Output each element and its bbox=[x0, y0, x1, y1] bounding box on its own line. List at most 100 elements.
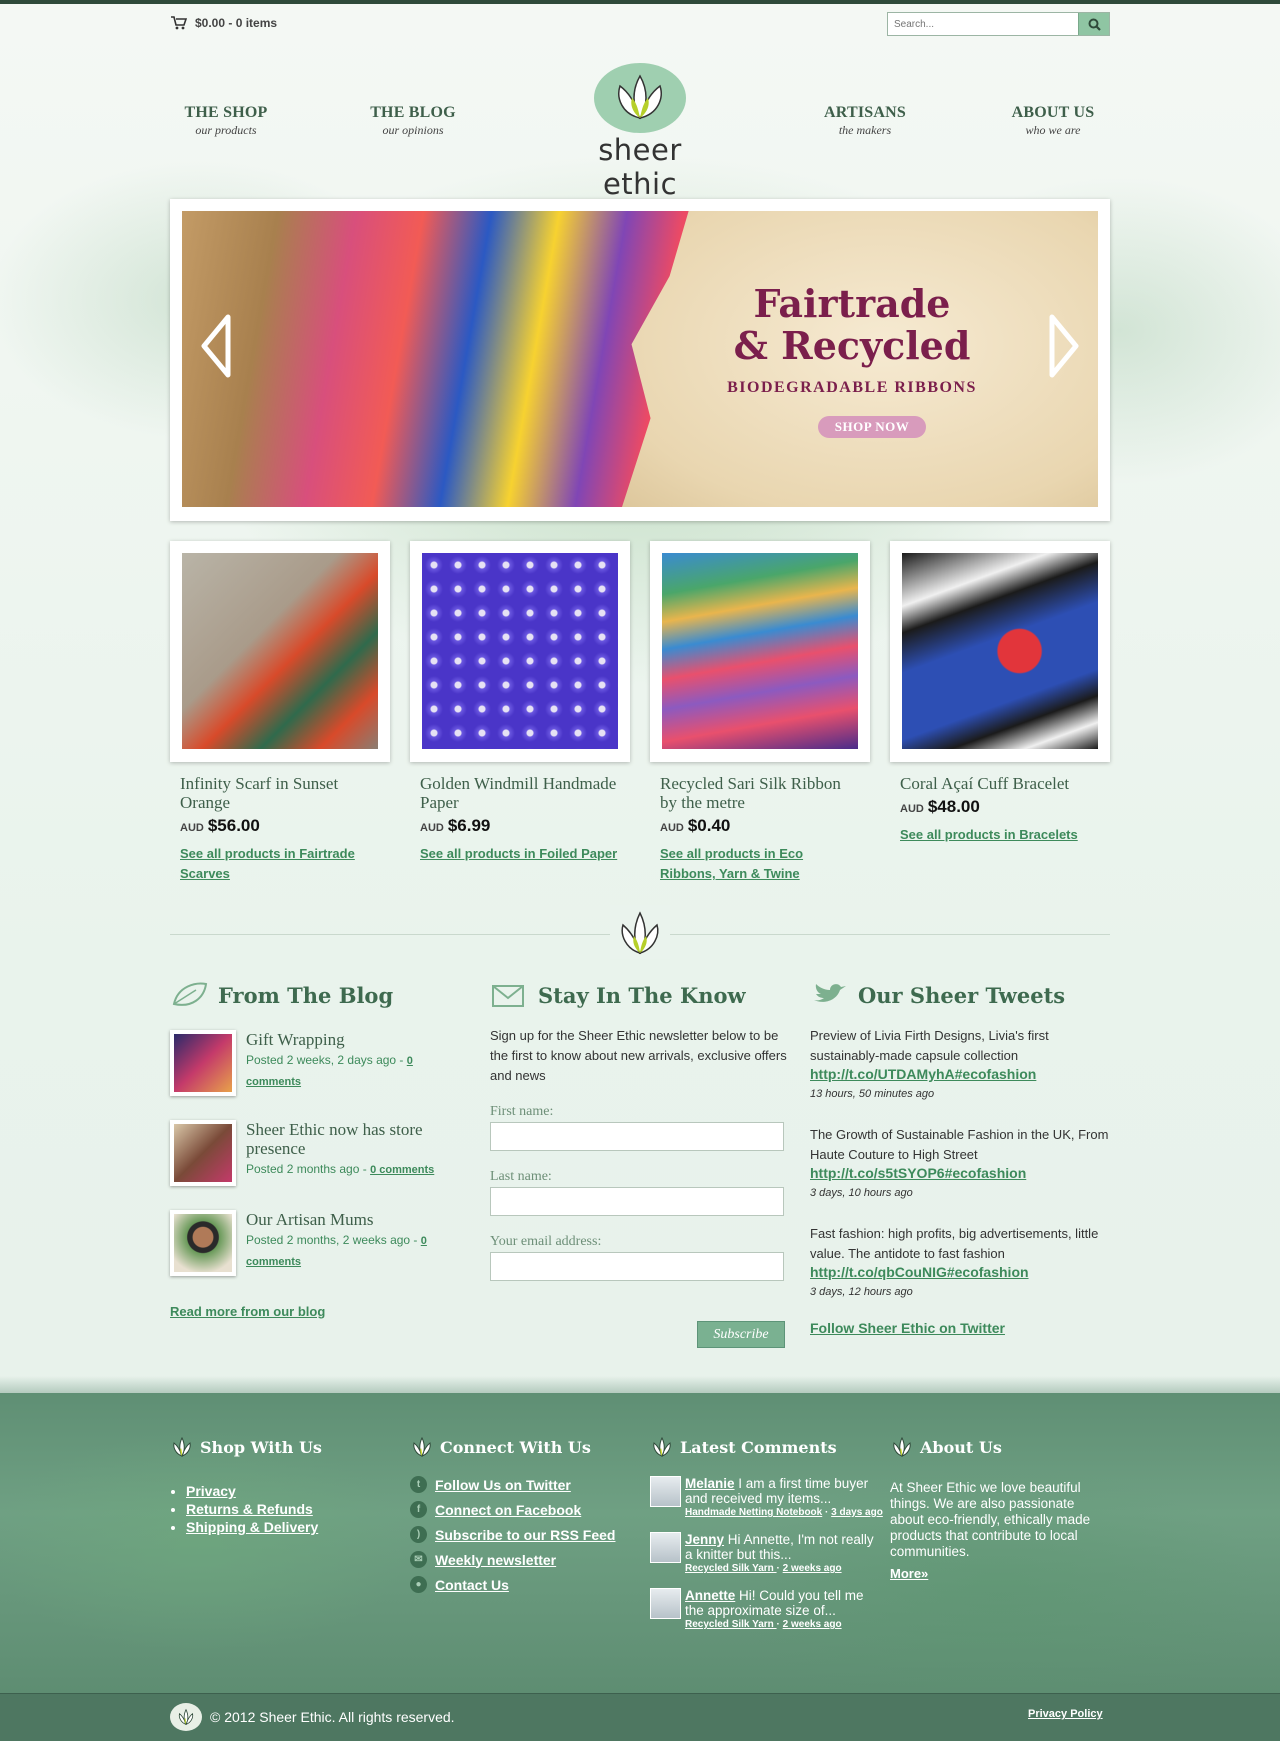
list-item: Privacy bbox=[186, 1482, 390, 1500]
product-category-link[interactable]: See all products in Eco Ribbons, Yarn & … bbox=[660, 844, 860, 884]
blog-post-title[interactable]: Sheer Ethic now has store presence bbox=[246, 1120, 450, 1158]
comment-time-link[interactable]: 2 weeks ago bbox=[783, 1563, 842, 1574]
footer-about-column: About Us At Sheer Ethic we love beautifu… bbox=[890, 1436, 1110, 1581]
footer-connect-item: t Follow Us on Twitter bbox=[410, 1476, 630, 1493]
product-price: AUD $56.00 bbox=[180, 816, 380, 836]
nav-subtitle: our products bbox=[195, 123, 257, 137]
comment-text: Annette Hi! Could you tell me the approx… bbox=[685, 1588, 876, 1618]
footer-heading: Latest Comments bbox=[650, 1436, 876, 1458]
product-name[interactable]: Recycled Sari Silk Ribbon by the metre bbox=[660, 774, 860, 812]
nav-the-blog[interactable]: THE BLOG our opinions bbox=[353, 104, 473, 138]
comment-post-link[interactable]: Handmade Netting Notebook bbox=[685, 1507, 822, 1518]
search-input[interactable] bbox=[888, 13, 1078, 35]
divider-logo bbox=[610, 905, 670, 959]
tweet-link[interactable]: http://t.co/s5tSYOP6#ecofashion bbox=[810, 1165, 1026, 1181]
first-name-field[interactable] bbox=[490, 1122, 784, 1151]
product-name[interactable]: Golden Windmill Handmade Paper bbox=[420, 774, 620, 812]
lotus-icon bbox=[173, 1436, 191, 1457]
currency-label: AUD bbox=[660, 822, 684, 834]
comment-post-link[interactable]: Recycled Silk Yarn bbox=[685, 1563, 777, 1574]
follow-twitter-link[interactable]: Follow Sheer Ethic on Twitter bbox=[810, 1320, 1110, 1336]
slider-next-arrow-icon[interactable] bbox=[1044, 311, 1084, 381]
product-category-link[interactable]: See all products in Fairtrade Scarves bbox=[180, 844, 380, 884]
lotus-icon bbox=[413, 1436, 431, 1457]
tweet-item: The Growth of Sustainable Fashion in the… bbox=[810, 1125, 1110, 1203]
comment-author[interactable]: Jenny bbox=[685, 1532, 724, 1547]
nav-title: THE BLOG bbox=[370, 104, 456, 121]
comment-author[interactable]: Melanie bbox=[685, 1476, 735, 1491]
returns-refunds-link[interactable]: Returns & Refunds bbox=[186, 1501, 313, 1517]
search-button[interactable] bbox=[1078, 13, 1109, 35]
product-category-link[interactable]: See all products in Bracelets bbox=[900, 825, 1100, 845]
cart-icon bbox=[171, 16, 187, 30]
blog-heading-text: From The Blog bbox=[218, 982, 394, 1008]
blog-post-meta: Posted 2 months, 2 weeks ago - 0 comment… bbox=[246, 1230, 450, 1272]
cart-summary[interactable]: $0.00 - 0 items bbox=[171, 16, 277, 30]
blog-post-thumbnail[interactable] bbox=[170, 1030, 236, 1096]
product-name[interactable]: Infinity Scarf in Sunset Orange bbox=[180, 774, 380, 812]
nav-title: THE SHOP bbox=[184, 104, 268, 121]
lotus-icon bbox=[621, 911, 659, 955]
thumbnail-image bbox=[174, 1034, 232, 1092]
lotus-icon bbox=[893, 1436, 911, 1457]
product-image-frame[interactable] bbox=[170, 541, 390, 762]
email-label: Your email address: bbox=[490, 1234, 602, 1249]
comment-time-link[interactable]: 3 days ago bbox=[831, 1507, 883, 1518]
blog-post-title[interactable]: Our Artisan Mums bbox=[246, 1210, 450, 1229]
comment-time-link[interactable]: 2 weeks ago bbox=[783, 1619, 842, 1630]
product-image-frame[interactable] bbox=[410, 541, 630, 762]
rss-link[interactable]: Subscribe to our RSS Feed bbox=[435, 1527, 615, 1543]
product-name[interactable]: Coral Açaí Cuff Bracelet bbox=[900, 774, 1100, 793]
tweet-link[interactable]: http://t.co/qbCouNIG#ecofashion bbox=[810, 1264, 1029, 1280]
rss-icon: ) bbox=[410, 1526, 427, 1543]
email-field[interactable] bbox=[490, 1252, 784, 1281]
product-image-frame[interactable] bbox=[650, 541, 870, 762]
nav-artisans[interactable]: ARTISANS the makers bbox=[805, 104, 925, 138]
blog-post-thumbnail[interactable] bbox=[170, 1120, 236, 1186]
blog-post-meta: Posted 2 months ago - 0 comments bbox=[246, 1159, 450, 1180]
slider-prev-arrow-icon[interactable] bbox=[196, 311, 236, 381]
newsletter-heading: Stay In The Know bbox=[490, 980, 790, 1010]
nav-the-shop[interactable]: THE SHOP our products bbox=[166, 104, 286, 138]
product-category-link[interactable]: See all products in Foiled Paper bbox=[420, 844, 620, 864]
hero-title-line1: Fairtrade bbox=[753, 281, 951, 326]
footer-comments-column: Latest Comments Melanie I am a first tim… bbox=[650, 1436, 883, 1630]
read-more-blog-link[interactable]: Read more from our blog bbox=[170, 1304, 450, 1319]
footer-heading-text: Latest Comments bbox=[680, 1437, 837, 1457]
comment-item: Annette Hi! Could you tell me the approx… bbox=[650, 1588, 876, 1630]
blog-post-title[interactable]: Gift Wrapping bbox=[246, 1030, 450, 1049]
footer-heading-text: Shop With Us bbox=[200, 1437, 322, 1457]
hero-image[interactable]: Fairtrade & Recycled BIODEGRADABLE RIBBON… bbox=[182, 211, 1098, 507]
list-item: Returns & Refunds bbox=[186, 1500, 390, 1518]
shop-now-button[interactable]: SHOP NOW bbox=[818, 416, 926, 438]
contact-us-link[interactable]: Contact Us bbox=[435, 1577, 509, 1593]
comment-author[interactable]: Annette bbox=[685, 1588, 735, 1603]
envelope-icon bbox=[492, 985, 524, 1007]
facebook-link[interactable]: Connect on Facebook bbox=[435, 1502, 581, 1518]
tweet-time: 13 hours, 50 minutes ago bbox=[810, 1088, 935, 1100]
hero-title: Fairtrade & Recycled bbox=[682, 283, 1022, 367]
privacy-policy-link[interactable]: Privacy Policy bbox=[1028, 1708, 1103, 1720]
weekly-newsletter-link[interactable]: Weekly newsletter bbox=[435, 1552, 556, 1568]
product-image bbox=[902, 553, 1098, 749]
blog-post-item: Sheer Ethic now has store presence Poste… bbox=[170, 1120, 450, 1186]
comments-link[interactable]: 0 comments bbox=[370, 1164, 434, 1176]
tweet-link[interactable]: http://t.co/UTDAMyhA#ecofashion bbox=[810, 1066, 1036, 1082]
site-logo[interactable]: sheer ethic bbox=[565, 62, 715, 201]
about-more-link[interactable]: More» bbox=[890, 1566, 1110, 1581]
copyright: © 2012 Sheer Ethic. All rights reserved. bbox=[170, 1703, 455, 1731]
price-value: $0.40 bbox=[687, 816, 731, 835]
privacy-link[interactable]: Privacy bbox=[186, 1483, 236, 1499]
footer-connect-column: Connect With Us t Follow Us on Twitter fC… bbox=[410, 1436, 630, 1593]
product-price: AUD $6.99 bbox=[420, 816, 620, 836]
follow-twitter-footer-link[interactable]: Follow Us on Twitter bbox=[435, 1477, 571, 1493]
last-name-field[interactable] bbox=[490, 1187, 784, 1216]
product-image-frame[interactable] bbox=[890, 541, 1110, 762]
product-card: Golden Windmill Handmade Paper AUD $6.99 … bbox=[410, 541, 630, 864]
comment-post-link[interactable]: Recycled Silk Yarn bbox=[685, 1619, 777, 1630]
subscribe-button[interactable]: Subscribe bbox=[697, 1321, 785, 1348]
nav-about-us[interactable]: ABOUT US who we are bbox=[993, 104, 1113, 138]
blog-post-thumbnail[interactable] bbox=[170, 1210, 236, 1276]
shipping-delivery-link[interactable]: Shipping & Delivery bbox=[186, 1519, 318, 1535]
tweets-section: Our Sheer Tweets Preview of Livia Firth … bbox=[810, 980, 1110, 1337]
